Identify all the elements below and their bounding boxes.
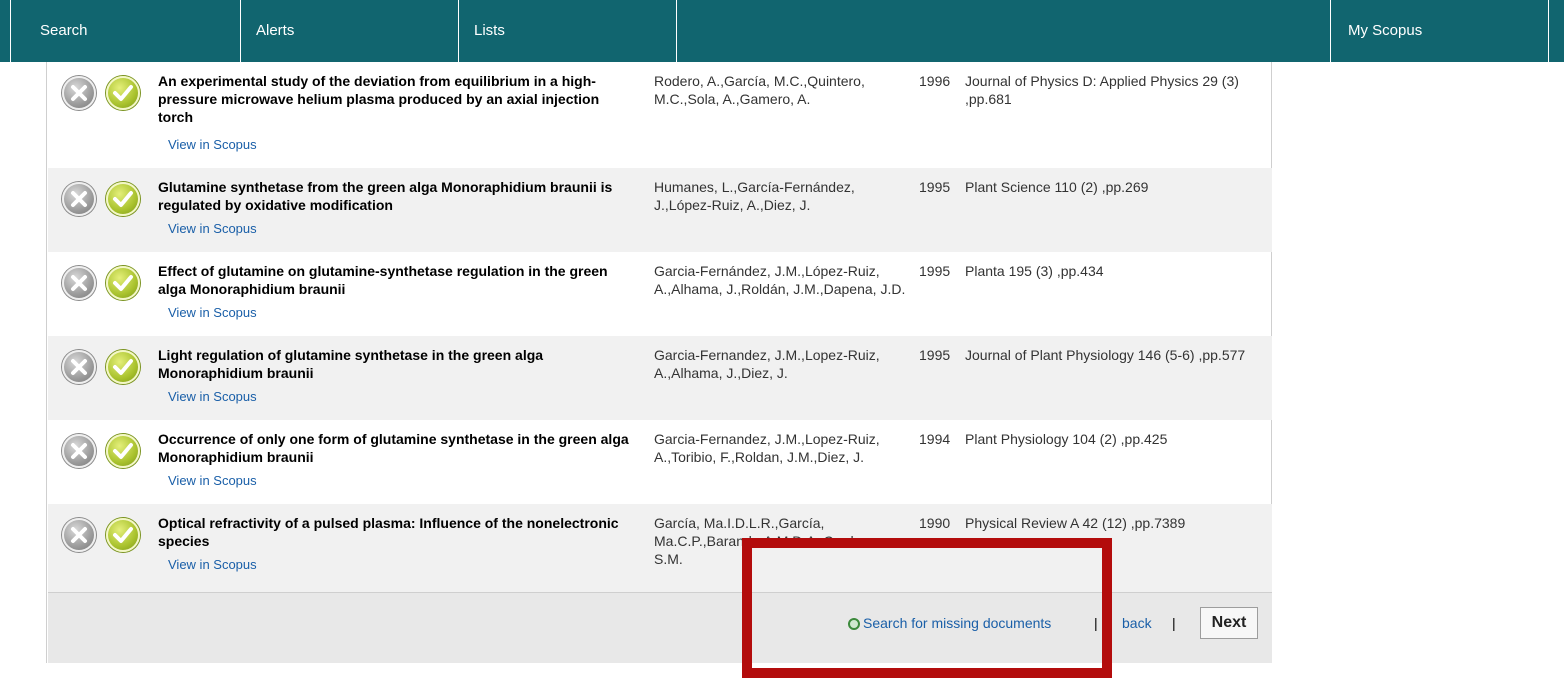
accept-check-icon[interactable] [106, 434, 140, 468]
result-source: Journal of Physics D: Applied Physics 29… [965, 73, 1239, 107]
result-year: 1995 [919, 179, 951, 195]
row-actions [62, 182, 152, 218]
reject-x-icon[interactable] [62, 182, 96, 216]
row-actions [62, 350, 152, 386]
result-year: 1990 [919, 515, 951, 531]
nav-my-scopus-tab[interactable]: My Scopus [1330, 0, 1550, 62]
result-source: Plant Physiology 104 (2) ,pp.425 [965, 431, 1168, 447]
accept-check-icon[interactable] [106, 518, 140, 552]
view-in-scopus-link[interactable]: View in Scopus [168, 388, 257, 406]
reject-x-icon[interactable] [62, 350, 96, 384]
result-title: Effect of glutamine on glutamine-synthet… [158, 263, 608, 297]
nav-divider [676, 0, 677, 62]
result-row: Light regulation of glutamine synthetase… [48, 336, 1272, 420]
result-source: Planta 195 (3) ,pp.434 [965, 263, 1104, 279]
reject-x-icon[interactable] [62, 266, 96, 300]
next-button[interactable]: Next [1200, 607, 1258, 639]
nav-lists-tab[interactable]: Lists [458, 0, 676, 62]
result-title: Light regulation of glutamine synthetase… [158, 347, 544, 381]
top-nav-bar: Search Alerts Lists My Scopus [0, 0, 1564, 62]
row-actions [62, 266, 152, 302]
view-in-scopus-link[interactable]: View in Scopus [168, 556, 257, 574]
result-title: An experimental study of the deviation f… [158, 73, 600, 125]
accept-check-icon[interactable] [106, 350, 140, 384]
accept-check-icon[interactable] [106, 266, 140, 300]
result-row: An experimental study of the deviation f… [48, 62, 1272, 168]
result-source: Physical Review A 42 (12) ,pp.7389 [965, 515, 1186, 531]
result-year: 1995 [919, 263, 951, 279]
result-title: Occurrence of only one form of glutamine… [158, 431, 629, 465]
view-in-scopus-link[interactable]: View in Scopus [168, 304, 257, 322]
result-source: Journal of Plant Physiology 146 (5-6) ,p… [965, 347, 1246, 363]
accept-check-icon[interactable] [106, 182, 140, 216]
result-year: 1994 [919, 431, 951, 447]
row-actions [62, 518, 152, 554]
row-actions [62, 434, 152, 470]
result-authors: Rodero, A.,García, M.C.,Quintero, M.C.,S… [654, 73, 865, 107]
result-title: Optical refractivity of a pulsed plasma:… [158, 515, 619, 549]
result-year: 1996 [919, 73, 951, 89]
result-row: Effect of glutamine on glutamine-synthet… [48, 252, 1272, 336]
nav-divider [1548, 0, 1549, 62]
separator: | [1172, 615, 1176, 631]
result-row: Glutamine synthetase from the green alga… [48, 168, 1272, 252]
result-authors: Humanes, L.,García-Fernández, J.,López-R… [654, 179, 855, 213]
view-in-scopus-link[interactable]: View in Scopus [168, 136, 257, 154]
nav-alerts-tab[interactable]: Alerts [240, 0, 458, 62]
highlight-box [742, 538, 1112, 678]
view-in-scopus-link[interactable]: View in Scopus [168, 220, 257, 238]
result-authors: Garcia-Fernandez, J.M.,Lopez-Ruiz, A.,To… [654, 431, 880, 465]
result-year: 1995 [919, 347, 951, 363]
nav-search-tab[interactable]: Search [10, 0, 240, 62]
reject-x-icon[interactable] [62, 76, 96, 110]
reject-x-icon[interactable] [62, 434, 96, 468]
back-link[interactable]: back [1122, 615, 1152, 631]
row-actions [62, 76, 152, 112]
result-authors: Garcia-Fernandez, J.M.,Lopez-Ruiz, A.,Al… [654, 347, 880, 381]
accept-check-icon[interactable] [106, 76, 140, 110]
result-authors: Garcia-Fernández, J.M.,López-Ruiz, A.,Al… [654, 263, 906, 297]
result-title: Glutamine synthetase from the green alga… [158, 179, 613, 213]
reject-x-icon[interactable] [62, 518, 96, 552]
view-in-scopus-link[interactable]: View in Scopus [168, 472, 257, 490]
result-row: Occurrence of only one form of glutamine… [48, 420, 1272, 504]
result-source: Plant Science 110 (2) ,pp.269 [965, 179, 1149, 195]
